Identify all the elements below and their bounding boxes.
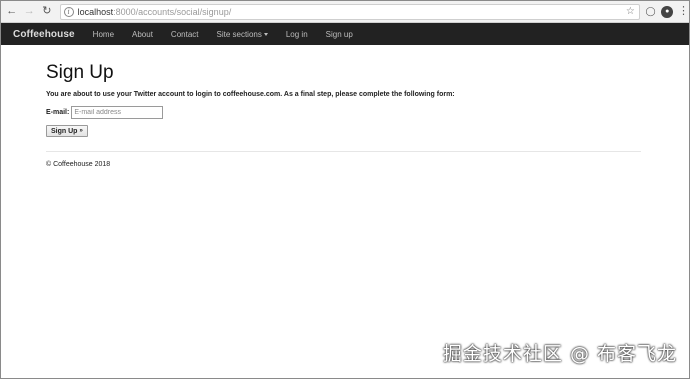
double-chevron-right-icon: » xyxy=(79,128,83,134)
address-bar[interactable]: i localhost:8000/accounts/social/signup/… xyxy=(59,3,640,20)
nav-home[interactable]: Home xyxy=(93,30,114,39)
browser-window: ← → ↻ i localhost:8000/accounts/social/s… xyxy=(0,0,690,379)
nav-sign-up[interactable]: Sign up xyxy=(326,30,353,39)
intro-text: You are about to use your Twitter accoun… xyxy=(46,91,455,98)
extension-icon[interactable]: ◯ xyxy=(645,6,657,18)
site-navbar: Coffeehouse Home About Contact Site sect… xyxy=(1,23,689,45)
sign-up-button-label: Sign Up xyxy=(51,127,78,135)
site-info-icon[interactable]: i xyxy=(63,6,74,17)
email-field[interactable] xyxy=(71,106,164,119)
back-arrow-icon[interactable]: ← xyxy=(5,5,19,19)
footer-divider xyxy=(46,150,641,152)
caret-down-icon xyxy=(263,32,268,36)
nav-contact[interactable]: Contact xyxy=(171,30,199,39)
sign-up-button[interactable]: Sign Up » xyxy=(46,125,88,137)
email-label: E-mail: xyxy=(46,109,70,116)
browser-toolbar: ← → ↻ i localhost:8000/accounts/social/s… xyxy=(1,1,689,23)
url-host: localhost xyxy=(77,6,114,17)
main-content: Sign Up You are about to use your Twitte… xyxy=(46,63,641,168)
nav-log-in[interactable]: Log in xyxy=(286,30,308,39)
page-title: Sign Up xyxy=(46,62,114,83)
extension-dark-icon[interactable]: ● xyxy=(661,5,673,18)
brand-link[interactable]: Coffeehouse xyxy=(13,29,75,40)
watermark-text: 掘金技术社区 @ 布客飞龙 xyxy=(442,343,677,365)
bookmark-star-icon[interactable]: ☆ xyxy=(626,6,635,17)
nav-site-sections-dropdown[interactable]: Site sections xyxy=(217,30,268,39)
url-path: :8000/accounts/social/signup/ xyxy=(113,6,232,17)
email-row: E-mail: xyxy=(46,106,641,119)
footer-text: © Coffeehouse 2018 xyxy=(46,160,111,168)
reload-icon[interactable]: ↻ xyxy=(40,5,54,19)
nav-about[interactable]: About xyxy=(132,30,153,39)
forward-arrow-icon[interactable]: → xyxy=(23,5,37,19)
browser-menu-icon[interactable]: ⋮ xyxy=(678,6,689,17)
nav-site-sections-label: Site sections xyxy=(216,29,262,39)
